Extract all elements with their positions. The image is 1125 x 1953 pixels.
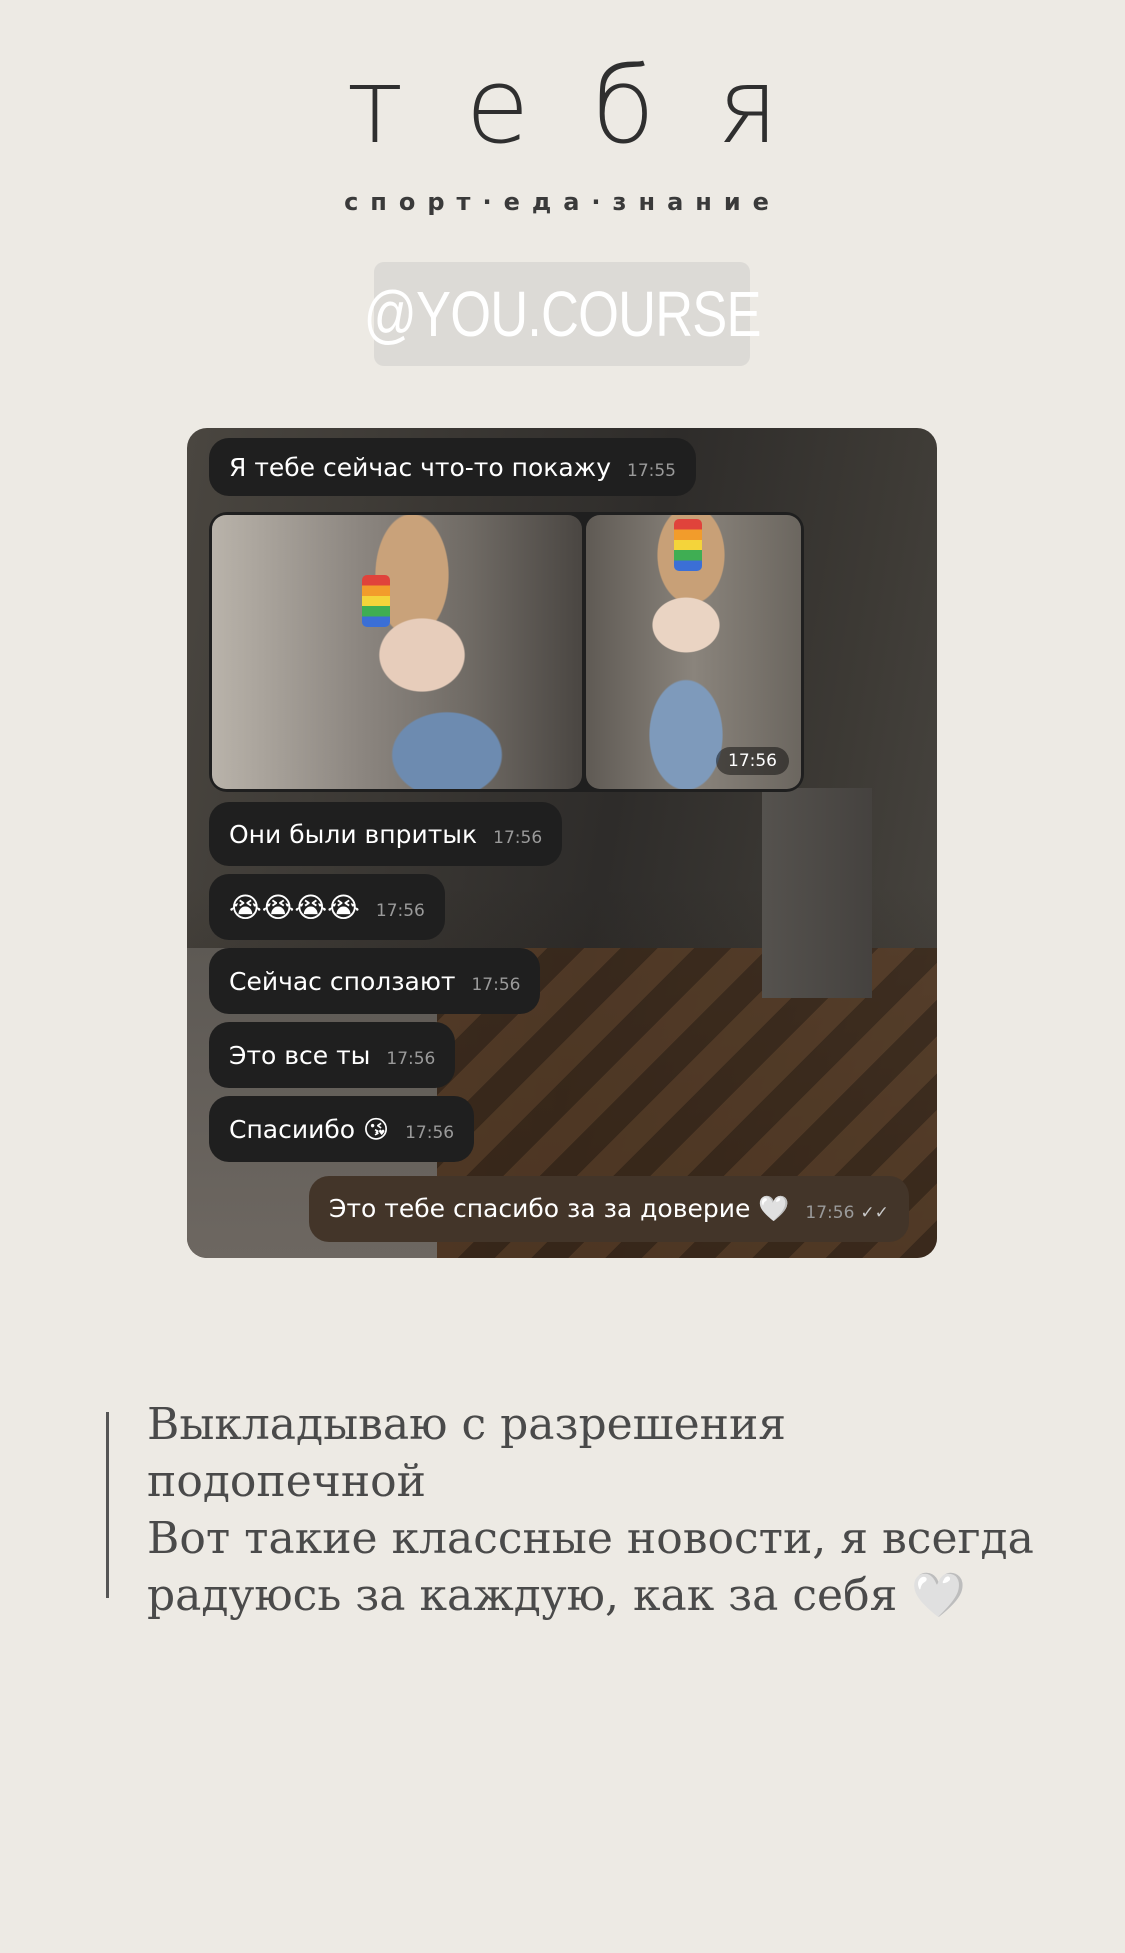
message-bubble: Спасиибо 😘 17:56	[209, 1096, 475, 1162]
brand-tagline: спорт·еда·знание	[344, 188, 781, 216]
message-text: Они были впритык	[229, 819, 478, 849]
message-time: 17:56	[405, 1123, 455, 1143]
message-text: Это все ты	[229, 1040, 371, 1070]
caption-line: Выкладываю с разрешения	[147, 1399, 787, 1450]
rainbow-phone-case	[362, 575, 390, 627]
message-text: Это тебе спасибо за за доверие 🤍	[329, 1194, 790, 1223]
message-time: 17:56	[493, 828, 543, 848]
caption-line: радуюсь за каждую, как за себя 🤍	[147, 1570, 967, 1621]
chat-screenshot: Я тебе сейчас что-то покажу 17:55 17:56 …	[187, 428, 937, 1258]
mention-handle: @YOU.COURSE	[363, 278, 761, 350]
caption-line: Вот такие классные новости, я всегда	[147, 1513, 1034, 1564]
message-time: 17:55	[627, 461, 676, 481]
message-bubble: Я тебе сейчас что-то покажу 17:55	[209, 438, 696, 496]
message-time: 17:56	[471, 975, 521, 995]
photo-time: 17:56	[716, 747, 789, 775]
message-time: 17:56	[375, 901, 425, 921]
chat-background-pedestal	[762, 788, 872, 998]
photo-mirror-selfie[interactable]: 17:56	[586, 515, 801, 789]
message-text: Спасиибо 😘	[229, 1114, 390, 1144]
caption-line: подопечной	[147, 1456, 426, 1507]
photo-album-message[interactable]: 17:56	[209, 512, 804, 792]
outgoing-message-bubble: Это тебе спасибо за за доверие 🤍 17:56 ✓…	[309, 1176, 909, 1242]
message-bubble: 😭😭😭😭 17:56	[209, 874, 445, 940]
message-time: 17:56	[805, 1203, 855, 1223]
rainbow-phone-case	[674, 519, 702, 571]
message-bubble: Это все ты 17:56	[209, 1022, 456, 1088]
brand-logo: тебя	[346, 45, 841, 167]
message-text: Сейчас сползают	[229, 966, 456, 996]
message-time: 17:56	[386, 1049, 436, 1069]
photo-mirror-selfie[interactable]	[212, 515, 582, 789]
message-text: 😭😭😭😭	[229, 890, 360, 924]
message-bubble: Сейчас сползают 17:56	[209, 948, 541, 1014]
quote-bar	[106, 1412, 109, 1598]
read-receipt-icon: ✓✓	[860, 1203, 889, 1223]
message-bubble: Они были впритык 17:56	[209, 802, 563, 866]
story-caption: Выкладываю с разрешения подопечной Вот т…	[147, 1396, 1047, 1624]
message-text: Я тебе сейчас что-то покажу	[229, 452, 611, 482]
mention-sticker[interactable]: @YOU.COURSE	[363, 262, 761, 366]
